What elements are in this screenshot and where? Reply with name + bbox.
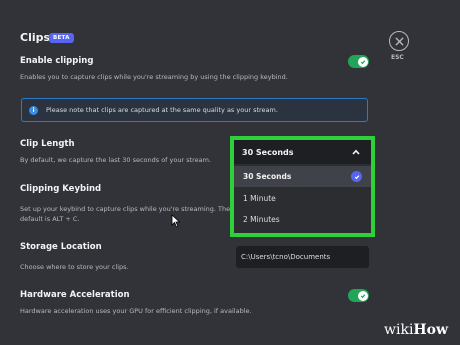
storage-path-field[interactable]: C:\Users\tcno\Documents — [236, 246, 369, 268]
info-icon: i — [29, 105, 38, 115]
clipping-keybind-description-line1: Set up your keybind to capture clips whi… — [20, 205, 231, 213]
hardware-acceleration-description: Hardware acceleration uses your GPU for … — [20, 307, 252, 315]
page-title: Clips — [20, 31, 51, 44]
quality-notice: i Please note that clips are captured at… — [21, 98, 368, 122]
storage-location-description: Choose where to store your clips. — [20, 263, 129, 271]
clip-length-label: Clip Length — [20, 139, 75, 149]
clipping-keybind-label: Clipping Keybind — [20, 184, 102, 194]
close-button[interactable] — [389, 31, 409, 51]
enable-clipping-label: Enable clipping — [20, 56, 94, 66]
toggle-knob — [357, 290, 368, 301]
enable-clipping-description: Enables you to capture clips while you'r… — [20, 73, 288, 81]
hardware-acceleration-label: Hardware Acceleration — [20, 290, 130, 300]
clip-length-description: By default, we capture the last 30 secon… — [20, 156, 212, 164]
wikihow-watermark: wikiHow — [384, 322, 448, 338]
clipping-keybind-description-line2: default is ALT + C. — [20, 215, 80, 223]
enable-clipping-toggle[interactable] — [348, 55, 369, 68]
storage-location-label: Storage Location — [20, 242, 102, 252]
toggle-knob — [357, 56, 368, 67]
watermark-wiki: wiki — [384, 322, 414, 338]
mouse-cursor-icon — [171, 214, 181, 228]
esc-label: ESC — [391, 54, 404, 61]
close-icon — [394, 36, 404, 46]
beta-badge: BETA — [49, 33, 74, 43]
checkmark-icon — [360, 59, 365, 64]
watermark-how: How — [413, 322, 449, 338]
notice-text: Please note that clips are captured at t… — [46, 106, 278, 114]
checkmark-icon — [360, 293, 365, 298]
hardware-acceleration-toggle[interactable] — [348, 289, 369, 302]
highlight-frame — [230, 136, 375, 237]
